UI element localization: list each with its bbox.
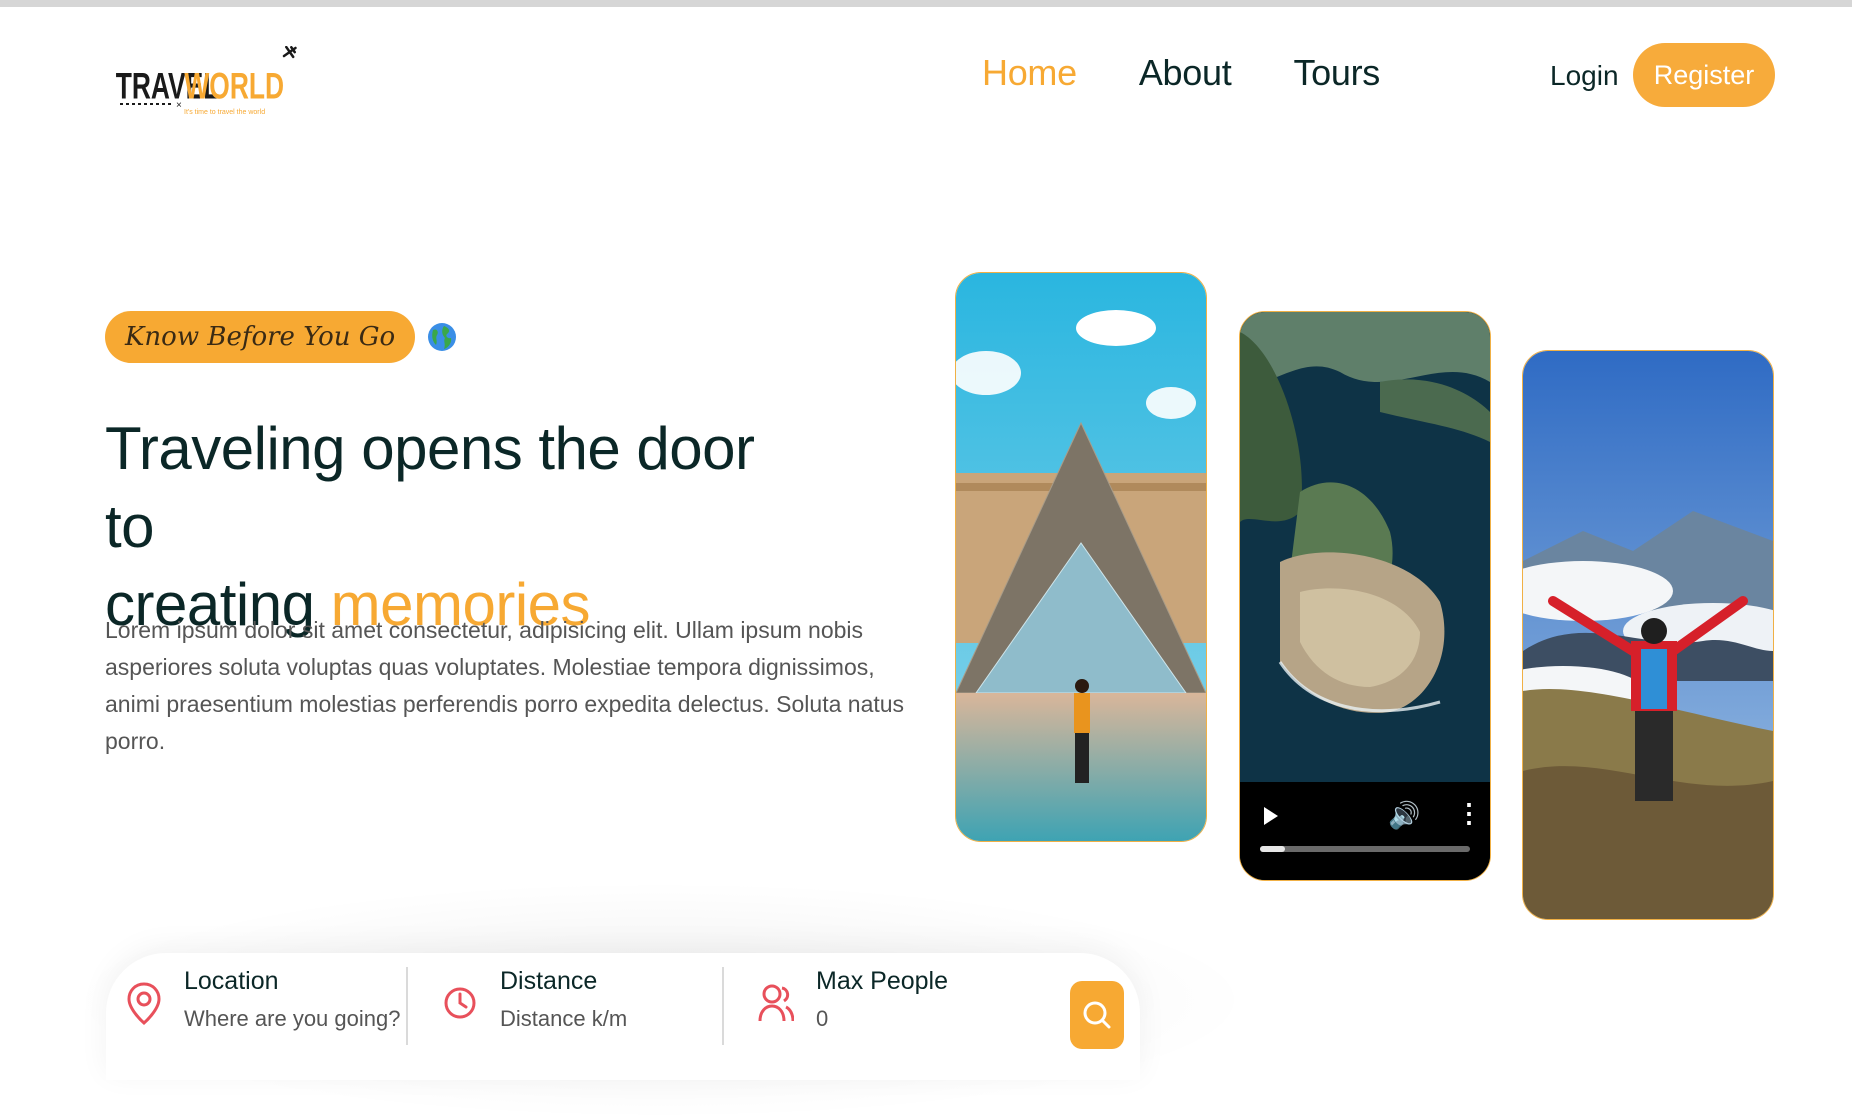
logo-word-world: WORLD	[184, 65, 284, 107]
hero-badge: Know Before You Go	[105, 311, 416, 363]
max-people-value: 0	[816, 1006, 829, 1031]
distance-label: Distance	[500, 967, 598, 995]
volume-icon[interactable]: 🔊	[1388, 800, 1420, 831]
nav-tours[interactable]: Tours	[1293, 52, 1380, 94]
location-placeholder: Where are you going?	[184, 1006, 401, 1031]
register-button[interactable]: Register	[1633, 43, 1775, 107]
nav-about[interactable]: About	[1139, 52, 1232, 94]
clock-icon	[444, 987, 476, 1019]
airplane-icon	[282, 45, 297, 59]
mountain-hiker-photo	[1522, 350, 1774, 920]
svg-text:×: ×	[176, 100, 182, 111]
globe-icon	[428, 323, 457, 351]
logo-tagline: It's time to travel the world	[184, 109, 265, 116]
distance-placeholder: Distance k/m	[500, 1006, 628, 1031]
nav-home[interactable]: Home	[982, 52, 1077, 94]
search-divider	[722, 967, 724, 1045]
hero-headline: Traveling opens the door to creating mem…	[105, 410, 805, 644]
login-link[interactable]: Login	[1550, 60, 1619, 92]
map-pin-icon	[127, 982, 161, 1025]
headline-line1: Traveling opens the door to	[105, 415, 755, 560]
max-people-label: Max People	[816, 967, 949, 995]
main-nav: Home About Tours	[982, 52, 1380, 94]
search-bar: Location Where are you going? Distance D…	[106, 953, 1140, 1080]
play-icon[interactable]	[1264, 807, 1278, 825]
location-label: Location	[184, 967, 279, 995]
video-controls: 🔊 ⋮	[1240, 780, 1490, 880]
louvre-pyramid-photo	[955, 272, 1207, 842]
top-border	[0, 0, 1852, 7]
brand-logo[interactable]: TRAVEL WORLD × It's time to travel the w…	[114, 45, 304, 116]
video-progress-fill	[1260, 846, 1286, 852]
max-people-field[interactable]: Max People 0	[758, 967, 948, 1032]
search-button[interactable]	[1070, 981, 1124, 1049]
location-field[interactable]: Location Where are you going?	[126, 967, 400, 1032]
more-options-icon[interactable]: ⋮	[1456, 798, 1482, 829]
video-progress-bar[interactable]	[1260, 846, 1470, 852]
search-divider	[406, 967, 408, 1045]
hero-description: Lorem ipsum dolor sit amet consectetur, …	[105, 617, 905, 754]
users-icon	[758, 984, 794, 1022]
hero-badge-row: Know Before You Go	[105, 311, 457, 363]
island-fortress-video[interactable]: 🔊 ⋮	[1239, 311, 1491, 881]
search-icon	[1083, 1001, 1111, 1029]
distance-field[interactable]: Distance Distance k/m	[442, 967, 627, 1032]
